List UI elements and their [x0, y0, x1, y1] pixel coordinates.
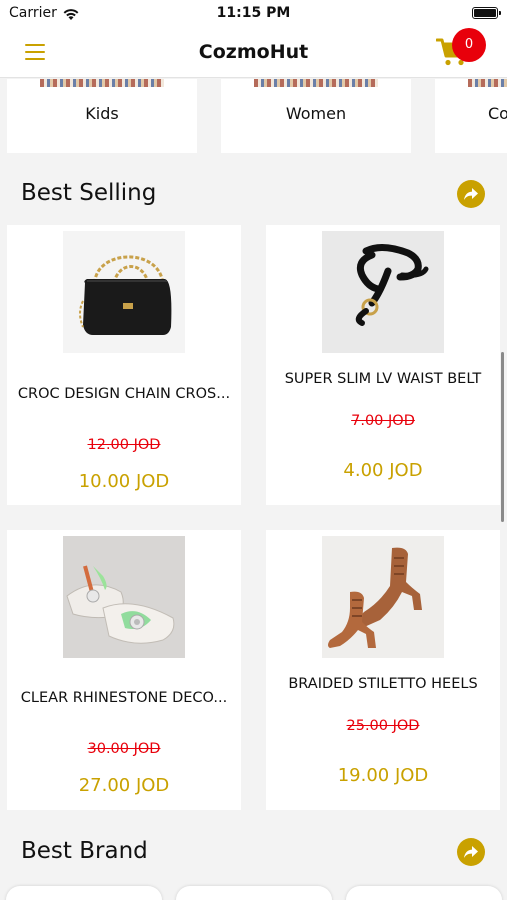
- scrollbar[interactable]: [501, 352, 504, 522]
- product-image-chain-bag: [63, 231, 185, 353]
- category-card-partial[interactable]: Co: [435, 79, 507, 153]
- brand-card[interactable]: [6, 886, 162, 900]
- category-label: Co: [488, 104, 507, 123]
- product-image-rhinestone-heels: [63, 536, 185, 658]
- battery-icon: [472, 7, 501, 19]
- category-card-kids[interactable]: Kids: [7, 79, 197, 153]
- product-sale-price: 27.00 JOD: [78, 775, 170, 796]
- category-label: Women: [285, 104, 347, 123]
- category-card-women[interactable]: Women: [221, 79, 411, 153]
- product-image-waist-belt: [322, 231, 444, 353]
- product-name: CLEAR RHINESTONE DECO...: [20, 690, 228, 706]
- product-card[interactable]: BRAIDED STILETTO HEELS 25.00 JOD 19.00 J…: [266, 530, 500, 810]
- best-brand-more-icon[interactable]: [457, 838, 485, 866]
- product-card[interactable]: CROC DESIGN CHAIN CROS... 12.00 JOD 10.0…: [7, 225, 241, 505]
- best-selling-title: Best Selling: [21, 180, 157, 206]
- category-carousel: Kids Women Co: [0, 79, 507, 159]
- product-image-braided-heels: [322, 536, 444, 658]
- product-original-price: 25.00 JOD: [346, 718, 420, 734]
- product-sale-price: 19.00 JOD: [337, 765, 429, 786]
- category-label: Kids: [85, 104, 119, 123]
- product-sale-price: 4.00 JOD: [343, 460, 423, 481]
- cart-count-badge: 0: [452, 28, 486, 62]
- category-image: [468, 79, 507, 87]
- product-sale-price: 10.00 JOD: [78, 471, 170, 492]
- clock: 11:15 PM: [216, 5, 291, 21]
- product-card[interactable]: CLEAR RHINESTONE DECO... 30.00 JOD 27.00…: [7, 530, 241, 810]
- brand-card[interactable]: [176, 886, 332, 900]
- category-image: [40, 79, 164, 87]
- brand-card[interactable]: [346, 886, 502, 900]
- status-bar: Carrier 11:15 PM: [0, 0, 507, 28]
- category-image: [254, 79, 378, 87]
- app-title: CozmoHut: [198, 41, 309, 63]
- top-navigation-bar: CozmoHut 0: [0, 28, 507, 78]
- product-name: SUPER SLIM LV WAIST BELT: [284, 371, 482, 387]
- best-selling-more-icon[interactable]: [457, 180, 485, 208]
- product-original-price: 7.00 JOD: [351, 413, 415, 429]
- best-brand-title: Best Brand: [21, 838, 148, 864]
- product-original-price: 12.00 JOD: [87, 437, 161, 453]
- product-original-price: 30.00 JOD: [87, 741, 161, 757]
- product-name: CROC DESIGN CHAIN CROS...: [17, 386, 231, 402]
- product-name: BRAIDED STILETTO HEELS: [288, 676, 478, 692]
- product-card[interactable]: SUPER SLIM LV WAIST BELT 7.00 JOD 4.00 J…: [266, 225, 500, 505]
